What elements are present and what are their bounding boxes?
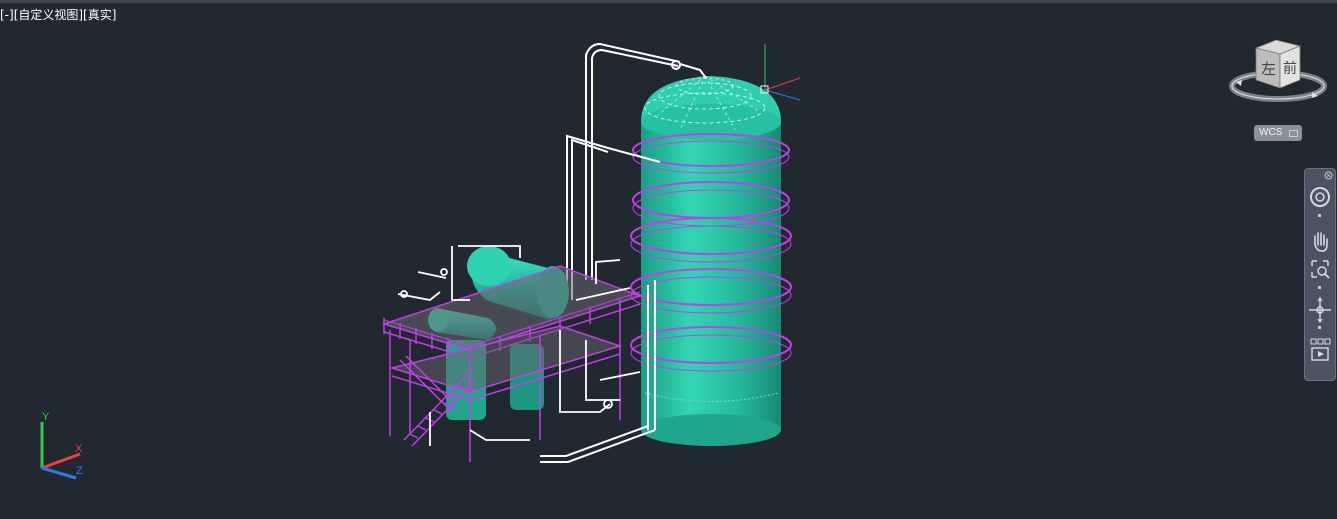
ucs-icon: Y X Z: [40, 411, 83, 480]
steering-wheel-icon[interactable]: [1307, 183, 1333, 213]
close-icon[interactable]: [1324, 171, 1333, 180]
ucs-y-label: Y: [42, 411, 50, 423]
wcs-menu-button[interactable]: WCS: [1254, 125, 1302, 141]
hand-icon[interactable]: [1307, 225, 1333, 255]
ucs-z-label: Z: [76, 465, 83, 477]
wcs-label: WCS: [1259, 127, 1283, 138]
chevron-down-icon[interactable]: [1318, 286, 1321, 289]
structural-frame: [381, 265, 643, 462]
showmotion-icon[interactable]: [1307, 335, 1333, 365]
plant-model: [381, 42, 801, 463]
viewcube-left-face-label[interactable]: 左: [1261, 60, 1276, 78]
model-origin-axes: [760, 44, 801, 101]
orbit-icon[interactable]: [1307, 295, 1333, 325]
viewcube-front-face-label[interactable]: 前: [1283, 60, 1297, 77]
ucs-x-label: X: [75, 443, 83, 455]
chevron-down-icon[interactable]: [1318, 326, 1321, 329]
dropdown-icon: [1289, 130, 1298, 137]
column-tower: [641, 75, 781, 446]
chevron-down-icon[interactable]: [1318, 214, 1321, 217]
zoom-icon[interactable]: [1307, 255, 1333, 285]
navigation-bar: [1304, 168, 1336, 381]
model-viewport[interactable]: [-][自定义视图][真实] 左 前 WCS Y X Z: [0, 0, 1337, 519]
viewcube[interactable]: 左 前: [1228, 36, 1328, 108]
